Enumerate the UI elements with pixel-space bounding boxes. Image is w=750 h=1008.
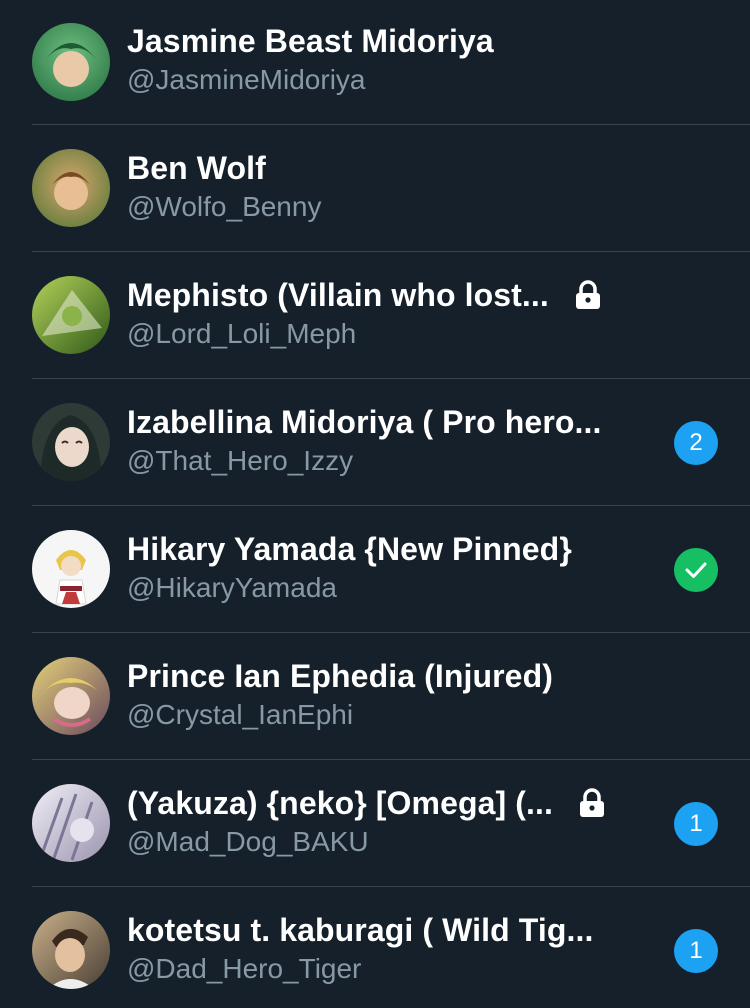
avatar [32,657,110,735]
account-name: Izabellina Midoriya ( Pro hero... [127,403,602,440]
account-row-izabellina[interactable]: Izabellina Midoriya ( Pro hero... @That_… [0,381,750,508]
account-row-mephisto[interactable]: Mephisto (Villain who lost... @Lord_Loli… [0,254,750,381]
divider [32,886,750,887]
account-handle: @JasmineMidoriya [127,64,366,95]
avatar [32,149,110,227]
divider [32,251,750,252]
avatar [32,784,110,862]
avatar [32,403,110,481]
name-line: Mephisto (Villain who lost... [127,275,603,315]
account-name: Hikary Yamada {New Pinned} [127,530,572,567]
divider [32,378,750,379]
divider [32,759,750,760]
account-row-hikary[interactable]: Hikary Yamada {New Pinned} @HikaryYamada [0,508,750,635]
avatar [32,911,110,989]
unread-count-badge: 2 [674,421,718,465]
avatar [32,530,110,608]
account-row-yakuza[interactable]: (Yakuza) {neko} [Omega] (... @Mad_Dog_BA… [0,762,750,889]
name-line: kotetsu t. kaburagi ( Wild Tig... [127,910,593,950]
avatar [32,276,110,354]
account-handle: @Dad_Hero_Tiger [127,953,362,984]
avatar [32,23,110,101]
account-name: kotetsu t. kaburagi ( Wild Tig... [127,911,594,948]
name-line: Prince Ian Ephedia (Injured) [127,656,553,696]
name-line: (Yakuza) {neko} [Omega] (... [127,783,607,823]
account-handle: @That_Hero_Izzy [127,445,354,476]
account-name: Ben Wolf [127,149,266,186]
divider [32,632,750,633]
lock-icon [577,787,607,819]
divider [32,124,750,125]
lock-icon [573,279,603,311]
unread-count-badge: 1 [674,929,718,973]
current-account-badge [674,548,718,592]
account-row-prince-ian[interactable]: Prince Ian Ephedia (Injured) @Crystal_Ia… [0,635,750,762]
account-row-ben[interactable]: Ben Wolf @Wolfo_Benny [0,127,750,254]
account-name: Jasmine Beast Midoriya [127,22,494,59]
account-handle: @Mad_Dog_BAKU [127,826,369,857]
name-line: Izabellina Midoriya ( Pro hero... [127,402,602,442]
account-name: Prince Ian Ephedia (Injured) [127,657,553,694]
checkmark-icon [685,562,707,578]
account-handle: @Crystal_IanEphi [127,699,354,730]
account-handle: @HikaryYamada [127,572,337,603]
name-line: Hikary Yamada {New Pinned} [127,529,572,569]
account-handle: @Lord_Loli_Meph [127,318,357,349]
account-name: (Yakuza) {neko} [Omega] (... [127,784,554,821]
name-line: Ben Wolf [127,148,266,188]
divider [32,505,750,506]
account-list: Jasmine Beast Midoriya @JasmineMidoriya … [0,0,750,1008]
unread-count-badge: 1 [674,802,718,846]
name-line: Jasmine Beast Midoriya [127,21,494,61]
account-row-kotetsu[interactable]: kotetsu t. kaburagi ( Wild Tig... @Dad_H… [0,889,750,1008]
account-row-jasmine[interactable]: Jasmine Beast Midoriya @JasmineMidoriya [0,0,750,127]
account-name: Mephisto (Villain who lost... [127,276,549,313]
account-handle: @Wolfo_Benny [127,191,322,222]
